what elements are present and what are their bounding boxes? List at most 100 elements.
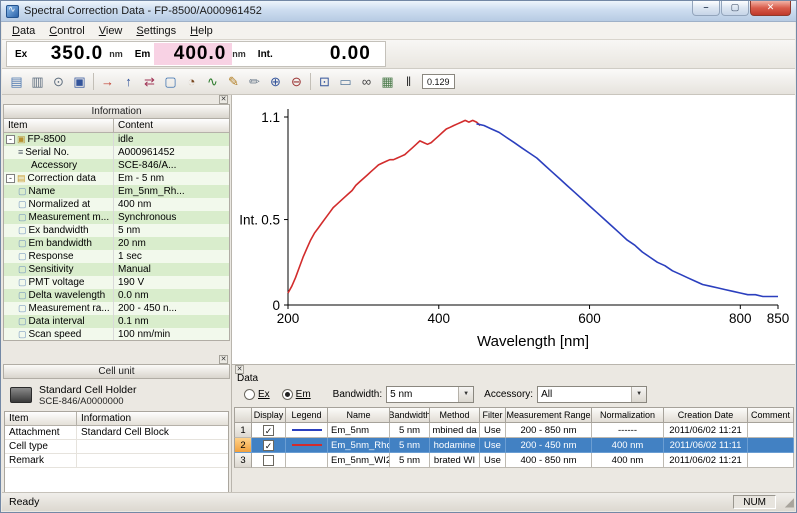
em-radio-label[interactable]: Em	[296, 389, 311, 400]
tree-row[interactable]: ▣FP-8500 idle	[4, 133, 229, 146]
display-checkbox[interactable]	[263, 454, 274, 466]
tree-row[interactable]: ▢ Measurement m... Synchronous	[4, 211, 229, 224]
tree-row[interactable]: ▢ Name Em_5nm_Rh...	[4, 185, 229, 198]
column-header-bandwidth[interactable]: Bandwidth	[390, 407, 430, 423]
column-header-normalization[interactable]: Normalization	[592, 407, 664, 423]
save-icon[interactable]: ▣	[69, 72, 90, 91]
cell-column-item[interactable]: Item	[5, 412, 77, 426]
menu-item-help[interactable]: Help	[183, 23, 220, 39]
chevron-down-icon[interactable]	[458, 386, 474, 402]
tree-row[interactable]: ▢ Ex bandwidth 5 nm	[4, 224, 229, 237]
column-header-display[interactable]: Display	[252, 407, 286, 423]
display-scale-icon[interactable]: ▭	[335, 72, 356, 91]
expander-icon[interactable]	[6, 174, 15, 183]
tree-item: ▢ Ex bandwidth	[4, 224, 114, 237]
pen-icon[interactable]: ✎	[223, 72, 244, 91]
column-header-creation-date[interactable]: Creation Date	[664, 407, 748, 423]
tree-row[interactable]: Accessory SCE-846/A...	[4, 159, 229, 172]
print-preview-icon[interactable]: ⊙	[48, 72, 69, 91]
cell-column-information[interactable]: Information	[77, 412, 228, 426]
scale-bars-icon[interactable]: ‖	[398, 72, 419, 91]
tree-row[interactable]: ▢ Measurement ra... 200 - 450 n...	[4, 302, 229, 315]
toolbar-separator	[310, 73, 311, 90]
tree-row[interactable]: ▢ Normalized at 400 nm	[4, 198, 229, 211]
table-row[interactable]: 1 ✓ Em_5nm 5 nm mbined da Use 200 - 850 nm ----…	[234, 423, 795, 438]
table-row[interactable]: 3 Em_5nm_WI2 5 nm brated WI Use 400 - 850 nm 4…	[234, 453, 795, 468]
zoom-area-icon[interactable]: ⊡	[314, 72, 335, 91]
compare-data-icon[interactable]: ⇄	[139, 72, 160, 91]
info-column-content[interactable]: Content	[114, 119, 229, 133]
display-checkbox[interactable]: ✓	[263, 424, 274, 436]
row-number[interactable]: 1	[234, 423, 252, 438]
data-dock-strip	[232, 365, 795, 374]
cell-unit-row: Attachment Standard Cell Block	[5, 426, 228, 440]
table-row[interactable]: 2 ✓ Em_5nm_Rhod5 nmhodamineUse200 - 450 nm…	[234, 438, 795, 453]
maximize-button[interactable]	[721, 1, 749, 16]
menu-item-settings[interactable]: Settings	[129, 23, 183, 39]
y-tick-label: 0	[272, 298, 280, 313]
tree-row[interactable]: ▢ Scan speed 100 nm/min	[4, 328, 229, 340]
tree-row[interactable]: ▢ Data interval 0.1 nm	[4, 315, 229, 328]
accessory-select[interactable]: All	[537, 385, 648, 403]
spectrum-chart[interactable]: 200 400 600 800 850 0 0.5 1.1 Int. Wavelength [nm…	[232, 95, 796, 363]
column-header-method[interactable]: Method	[430, 407, 480, 423]
timer-icon[interactable]: ◔	[181, 72, 202, 91]
close-button[interactable]	[750, 1, 791, 16]
column-header-filter[interactable]: Filter	[480, 407, 506, 423]
tree-row[interactable]: ▢ Response 1 sec	[4, 250, 229, 263]
send-data-icon[interactable]: →	[97, 72, 118, 91]
menu-item-data[interactable]: Data	[5, 23, 42, 39]
display-cell: ✓	[252, 423, 286, 438]
tree-row[interactable]: ▢ Em bandwidth 20 nm	[4, 237, 229, 250]
monitor-icon[interactable]: ▢	[160, 72, 181, 91]
close-icon[interactable]	[219, 95, 228, 104]
tree-item: ▢ PMT voltage	[4, 276, 114, 289]
column-header-legend[interactable]: Legend	[286, 407, 328, 423]
bandwidth-select[interactable]: 5 nm	[386, 385, 475, 403]
chevron-down-icon[interactable]	[631, 386, 647, 402]
print-icon[interactable]: ▥	[27, 72, 48, 91]
column-header-measurement-range[interactable]: Measurement Range	[506, 407, 592, 423]
filter-cell: Use	[480, 438, 506, 453]
item-name: FP-8500	[27, 134, 66, 145]
menu-item-view[interactable]: View	[92, 23, 130, 39]
display-checkbox[interactable]: ✓	[263, 439, 274, 451]
page-icon: ▢	[18, 264, 27, 274]
tree-row[interactable]: ▤Correction data Em - 5 nm	[4, 172, 229, 185]
tree-row[interactable]: ▢ PMT voltage 190 V	[4, 276, 229, 289]
column-header-comment[interactable]: Comment	[748, 407, 794, 423]
item-value: 400 nm	[118, 199, 152, 210]
report-icon[interactable]: ▤	[6, 72, 27, 91]
app-icon	[6, 4, 19, 18]
marker-icon[interactable]: ✏	[244, 72, 265, 91]
title-bar[interactable]: Spectral Correction Data - FP-8500/A0009…	[1, 1, 796, 22]
column-header-name[interactable]: Name	[328, 407, 390, 423]
ex-wavelength-value: 350.0	[50, 43, 104, 64]
minimize-button[interactable]	[692, 1, 720, 16]
em-radio[interactable]	[281, 388, 293, 400]
zoom-out-icon[interactable]: ⊖	[286, 72, 307, 91]
grid-icon[interactable]: ▦	[377, 72, 398, 91]
range-cell: 400 - 850 nm	[506, 453, 592, 468]
range-cell: 200 - 850 nm	[506, 423, 592, 438]
resize-grip[interactable]	[779, 495, 794, 510]
info-column-item[interactable]: Item	[4, 119, 114, 133]
item-name: Delta wavelength	[28, 290, 106, 301]
zoom-in-icon[interactable]: ⊕	[265, 72, 286, 91]
ex-radio-label[interactable]: Ex	[258, 389, 270, 400]
row-number[interactable]: 2	[234, 438, 252, 453]
close-icon[interactable]	[219, 355, 228, 364]
menu-item-control[interactable]: Control	[42, 23, 91, 39]
binoculars-icon[interactable]: ∞	[356, 72, 377, 91]
tree-row[interactable]: ▢ Sensitivity Manual	[4, 263, 229, 276]
item-value: 0.0 nm	[118, 290, 149, 301]
ex-radio[interactable]	[244, 388, 255, 400]
item-name: Scan speed	[28, 329, 82, 340]
close-icon[interactable]	[235, 365, 244, 374]
row-number[interactable]: 3	[234, 453, 252, 468]
trace-icon[interactable]: ∿	[202, 72, 223, 91]
tree-row[interactable]: ▢ Delta wavelength 0.0 nm	[4, 289, 229, 302]
expander-icon[interactable]	[6, 135, 15, 144]
load-data-icon[interactable]: ↑	[118, 72, 139, 91]
tree-row[interactable]: ≡ Serial No. A000961452	[4, 146, 229, 159]
